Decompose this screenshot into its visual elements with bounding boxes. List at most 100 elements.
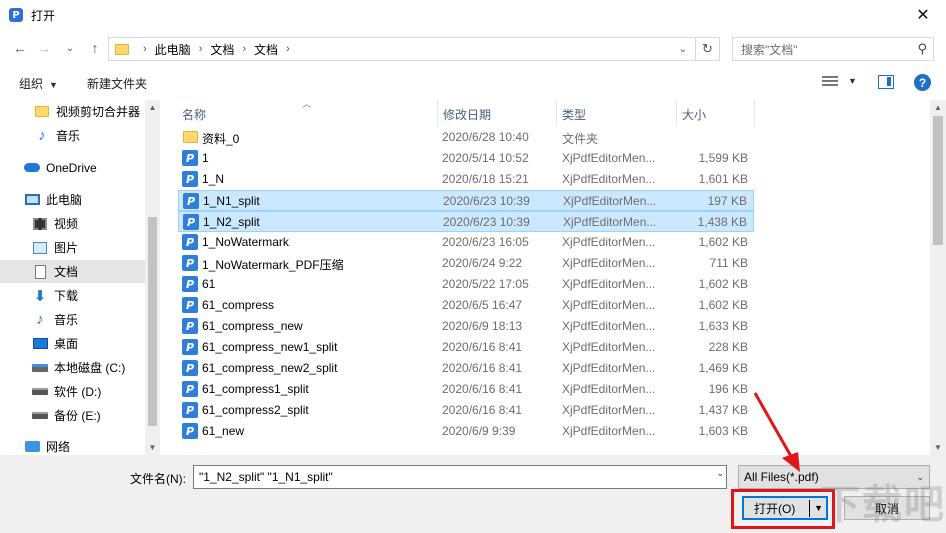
command-bar: 组织 ▼ 新建文件夹 ▼ ? — [0, 70, 946, 98]
file-row[interactable]: P 61_compress1_split 2020/6/16 8:41 XjPdfEd… — [178, 379, 754, 400]
file-row[interactable]: 资料_0 2020/6/28 10:40 文件夹 — [178, 127, 754, 148]
file-type: XjPdfEditorMen... — [562, 235, 656, 249]
view-options-chevron-icon[interactable]: ▼ — [848, 76, 857, 86]
file-row[interactable]: P 61_compress_new2_split 2020/6/16 8:41 XjP… — [178, 358, 754, 379]
sidebar-item-label: 视频剪切合并器 — [56, 105, 141, 119]
file-row[interactable]: P 1 2020/5/14 10:52 XjPdfEditorMen... 1,599 … — [178, 148, 754, 169]
file-row[interactable]: P 61_compress_new1_split 2020/6/16 8:41 XjP… — [178, 337, 754, 358]
file-row[interactable]: P 1_N2_split 2020/6/23 10:39 XjPdfEditorMen… — [178, 211, 754, 232]
sidebar-item-music-quick[interactable]: ♪ 音乐 — [0, 124, 145, 147]
file-size: 1,438 KB — [697, 215, 747, 229]
file-row[interactable]: P 1_N1_split 2020/6/23 10:39 XjPdfEditorMen… — [178, 190, 754, 211]
file-row[interactable]: P 61_compress 2020/6/5 16:47 XjPdfEditorMen… — [178, 295, 754, 316]
search-placeholder: 搜索"文档" — [741, 42, 798, 57]
column-divider[interactable] — [676, 100, 677, 126]
sidebar-item-drive-d[interactable]: 软件 (D:) — [0, 380, 145, 403]
organize-menu-button[interactable]: 组织 ▼ — [19, 75, 58, 92]
breadcrumb-this-pc[interactable]: 此电脑 — [155, 41, 191, 58]
sidebar-item-label: 网络 — [46, 440, 71, 454]
sidebar-item-drive-e[interactable]: 备份 (E:) — [0, 404, 145, 427]
file-row[interactable]: P 1_N 2020/6/18 15:21 XjPdfEditorMen... 1,60… — [178, 169, 754, 190]
folder-icon — [34, 105, 50, 119]
sidebar-item-videos[interactable]: 视频 — [0, 212, 145, 235]
cancel-button[interactable]: 取消 — [844, 496, 930, 520]
file-size: 1,469 KB — [698, 361, 748, 375]
sidebar-item-downloads[interactable]: ⬇ 下载 — [0, 284, 145, 307]
chevron-down-icon: ⌄ — [916, 472, 924, 482]
column-divider[interactable] — [754, 100, 755, 126]
file-row[interactable]: P 61_compress2_split 2020/6/16 8:41 XjPdfEd… — [178, 400, 754, 421]
file-date: 2020/5/14 10:52 — [442, 151, 529, 165]
sidebar-scrollbar[interactable]: ▲ ▼ — [145, 100, 160, 455]
file-type: XjPdfEditorMen... — [562, 382, 656, 396]
scroll-down-arrow-icon[interactable]: ▼ — [145, 440, 160, 455]
preview-pane-icon[interactable] — [878, 75, 894, 89]
sidebar-item-label: 备份 (E:) — [54, 409, 101, 423]
folder-icon — [115, 43, 129, 55]
file-date: 2020/6/16 8:41 — [442, 361, 523, 375]
help-icon[interactable]: ? — [914, 74, 931, 91]
file-row[interactable]: P 61_compress_new 2020/6/9 18:13 XjPdfEdito… — [178, 316, 754, 337]
search-input[interactable]: 搜索"文档" ⚲ — [732, 37, 934, 61]
view-options-icon[interactable] — [822, 76, 838, 90]
file-type-select[interactable]: All Files(*.pdf) ⌄ — [738, 465, 930, 489]
file-name: 1_N2_split — [203, 215, 260, 229]
sidebar-item-onedrive[interactable]: OneDrive — [0, 156, 145, 179]
file-row[interactable]: P 1_NoWatermark 2020/6/23 16:05 XjPdfEditor… — [178, 232, 754, 253]
breadcrumb-documents-sub[interactable]: 文档 — [254, 41, 278, 58]
file-row[interactable]: P 61_new 2020/6/9 9:39 XjPdfEditorMen... 1,6… — [178, 421, 754, 442]
up-arrow-icon[interactable]: ↑ — [85, 38, 105, 58]
new-folder-button[interactable]: 新建文件夹 — [87, 75, 147, 92]
sidebar-item-this-pc[interactable]: 此电脑 — [0, 188, 145, 211]
filename-input[interactable]: "1_N2_split" "1_N1_split" ⌄ — [193, 465, 727, 489]
scroll-down-arrow-icon[interactable]: ▼ — [930, 440, 946, 455]
file-list-scrollbar[interactable]: ▲ ▼ — [930, 100, 946, 455]
file-name: 资料_0 — [202, 132, 240, 146]
file-type: XjPdfEditorMen... — [562, 151, 656, 165]
scrollbar-thumb[interactable] — [148, 217, 157, 426]
column-header-size[interactable]: 大小 — [682, 106, 706, 123]
forward-arrow-icon[interactable]: → — [34, 38, 54, 58]
file-size: 196 KB — [708, 382, 748, 396]
highlight-box — [731, 489, 835, 529]
sidebar-item-network[interactable]: 网络 — [0, 435, 145, 455]
file-type: XjPdfEditorMen... — [563, 215, 657, 229]
column-header-row: ︿ 名称 修改日期 类型 大小 — [168, 100, 930, 126]
file-type: XjPdfEditorMen... — [562, 298, 656, 312]
address-bar[interactable]: › 此电脑 › 文档 › 文档 › ⌄ ↻ — [108, 37, 720, 61]
scroll-up-arrow-icon[interactable]: ▲ — [145, 100, 160, 115]
recent-locations-chevron-icon[interactable]: ⌄ — [60, 38, 80, 58]
sidebar-item-video-merger[interactable]: 视频剪切合并器 — [0, 100, 145, 123]
file-type: XjPdfEditorMen... — [562, 172, 656, 186]
window-title: 打开 — [31, 8, 56, 23]
back-arrow-icon[interactable]: ← — [10, 38, 30, 58]
scroll-up-arrow-icon[interactable]: ▲ — [930, 100, 946, 115]
pdf-file-icon: P — [182, 171, 198, 187]
file-size: 711 KB — [709, 256, 748, 270]
file-row[interactable]: P 61 2020/5/22 17:05 XjPdfEditorMen... 1,602… — [178, 274, 754, 295]
file-type: XjPdfEditorMen... — [562, 424, 656, 438]
sidebar-item-music[interactable]: ♪ 音乐 — [0, 308, 145, 331]
sidebar-item-pictures[interactable]: 图片 — [0, 236, 145, 259]
column-header-date[interactable]: 修改日期 — [443, 106, 491, 123]
column-header-type[interactable]: 类型 — [562, 106, 586, 123]
sidebar-item-desktop[interactable]: 桌面 — [0, 332, 145, 355]
address-dropdown-chevron-icon[interactable]: ⌄ — [673, 38, 693, 60]
column-divider[interactable] — [437, 100, 438, 126]
download-icon: ⬇ — [33, 287, 47, 305]
file-name: 61_compress_new1_split — [202, 340, 338, 354]
pdf-file-icon: P — [182, 339, 198, 355]
sidebar-item-drive-c[interactable]: 本地磁盘 (C:) — [0, 356, 145, 379]
breadcrumb-documents[interactable]: 文档 — [210, 41, 234, 58]
file-row[interactable]: P 1_NoWatermark_PDF压缩 2020/6/24 9:22 XjPdfE… — [178, 253, 754, 274]
refresh-icon[interactable]: ↻ — [695, 38, 719, 60]
sidebar-item-documents[interactable]: 文档 — [0, 260, 145, 283]
column-divider[interactable] — [556, 100, 557, 126]
chevron-down-icon[interactable]: ⌄ — [716, 468, 724, 479]
sidebar-item-label: 音乐 — [54, 313, 79, 327]
close-button[interactable]: ✕ — [900, 0, 946, 30]
file-type: 文件夹 — [562, 132, 599, 146]
scrollbar-thumb[interactable] — [933, 116, 943, 245]
sidebar-item-label: 此电脑 — [46, 193, 83, 207]
column-header-name[interactable]: 名称 — [182, 106, 206, 123]
